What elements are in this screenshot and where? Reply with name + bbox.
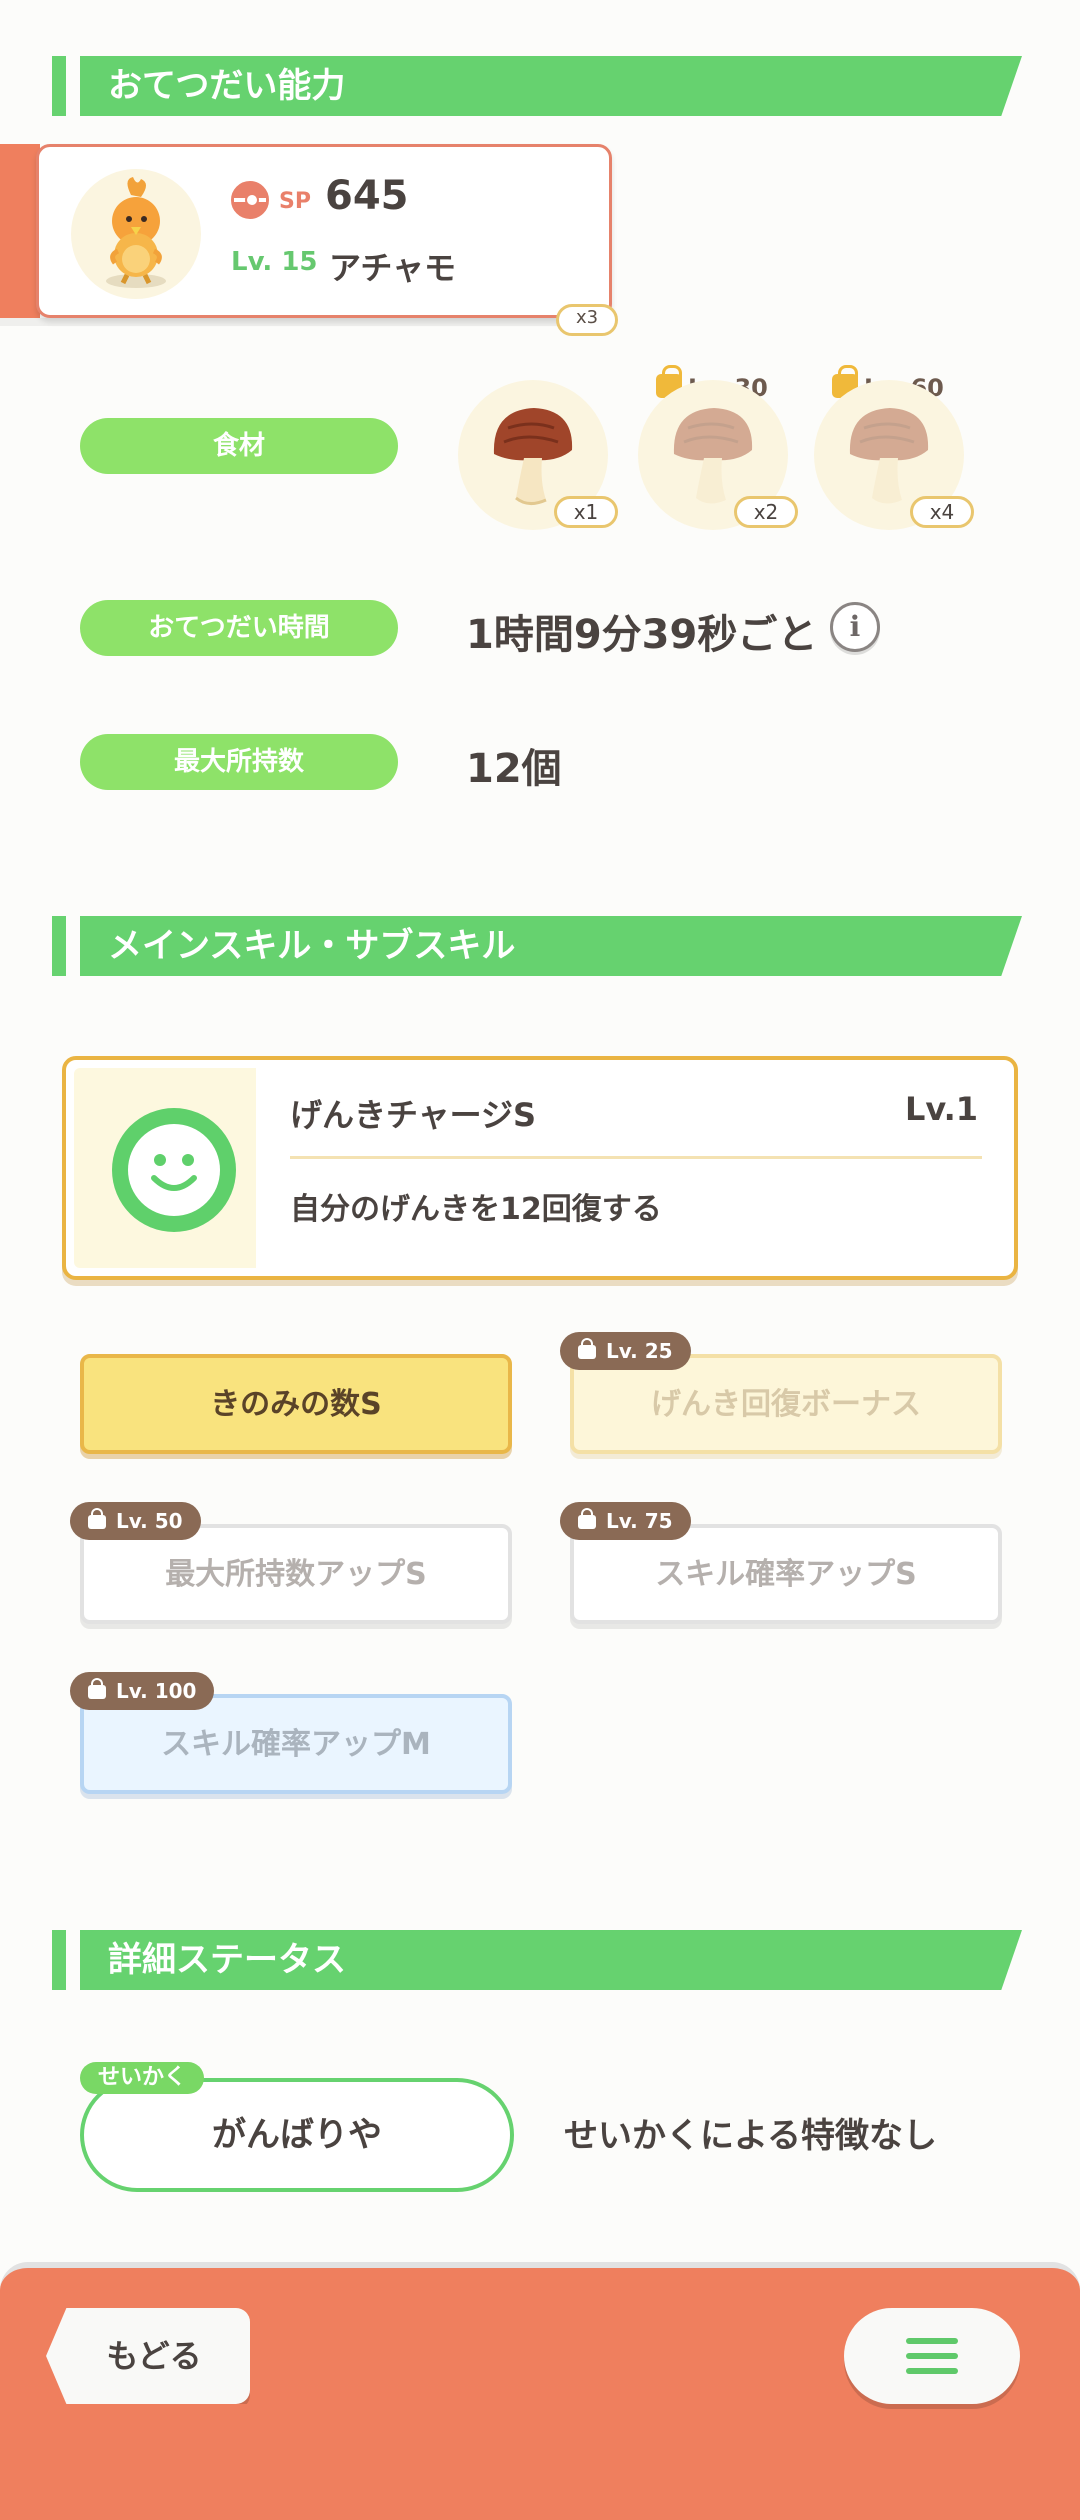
pokemon-card[interactable]: SP 645 Lv. 15 アチャモ xyxy=(36,144,612,318)
pokeball-icon xyxy=(231,181,269,219)
sp-label: SP xyxy=(279,189,311,214)
ingredient-1[interactable]: x1 xyxy=(458,380,618,530)
section-tick xyxy=(52,1930,66,1990)
ingredient-count: x4 xyxy=(910,496,974,528)
peek-count-badge: x3 xyxy=(556,304,618,336)
pokemon-avatar xyxy=(71,169,201,299)
hamburger-icon xyxy=(906,2353,958,2359)
ingredient-2[interactable]: x2 xyxy=(638,380,798,530)
ingredients-label: 食材 xyxy=(80,418,398,474)
lock-icon xyxy=(88,1508,106,1529)
sub-skill-1[interactable]: きのみの数S xyxy=(80,1354,512,1454)
lock-icon xyxy=(88,1678,106,1699)
lock-icon xyxy=(578,1508,596,1529)
hamburger-icon xyxy=(906,2368,958,2374)
sp-value: 645 xyxy=(325,173,409,219)
unlock-tag-lv25: Lv. 25 xyxy=(560,1332,691,1370)
section-title: おてつだい能力 xyxy=(108,66,346,106)
main-skill-card[interactable]: げんきチャージS Lv.1 自分のげんきを12回復する xyxy=(62,1056,1018,1280)
mushroom-icon xyxy=(849,408,929,504)
section-header-details: 詳細ステータス xyxy=(52,1930,1022,1990)
max-carry-label: 最大所持数 xyxy=(80,734,398,790)
unlock-tag-lv100: Lv. 100 xyxy=(70,1672,215,1710)
section-header-skills: メインスキル・サブスキル xyxy=(52,916,1022,976)
hamburger-icon xyxy=(906,2338,958,2344)
info-icon[interactable]: i xyxy=(830,602,880,652)
menu-button[interactable] xyxy=(844,2308,1020,2404)
back-button[interactable]: もどる xyxy=(46,2308,250,2404)
section-title: 詳細ステータス xyxy=(108,1940,346,1980)
divider xyxy=(290,1156,982,1159)
help-time-value: 1時間9分39秒ごと xyxy=(466,612,818,658)
smile-icon xyxy=(112,1108,236,1232)
max-carry-value: 12個 xyxy=(466,746,562,792)
help-time-label: おてつだい時間 xyxy=(80,600,398,656)
ingredient-count: x2 xyxy=(734,496,798,528)
unlock-tag-lv75: Lv. 75 xyxy=(560,1502,691,1540)
skill-icon-area xyxy=(74,1068,256,1268)
section-tick xyxy=(52,56,66,116)
ingredient-3[interactable]: x4 xyxy=(814,380,974,530)
mushroom-icon xyxy=(673,408,753,504)
main-skill-description: 自分のげんきを12回復する xyxy=(290,1192,662,1227)
section-title: メインスキル・サブスキル xyxy=(108,926,516,966)
main-skill-level: Lv.1 xyxy=(904,1090,978,1128)
pokemon-name: アチャモ xyxy=(329,249,457,287)
nature-tag: せいかく xyxy=(80,2062,205,2094)
main-skill-name: げんきチャージS xyxy=(290,1096,537,1134)
card-accent xyxy=(0,144,40,318)
card-shadow xyxy=(0,318,612,326)
unlock-tag-lv50: Lv. 50 xyxy=(70,1502,201,1540)
pokemon-level: Lv. 15 xyxy=(231,247,318,277)
nature-value[interactable]: がんばりや xyxy=(80,2078,514,2192)
nature-effect: せいかくによる特徴なし xyxy=(564,2116,937,2156)
section-tick xyxy=(52,916,66,976)
section-header-help-ability: おてつだい能力 xyxy=(52,56,1022,116)
ingredient-count: x1 xyxy=(554,496,618,528)
lock-icon xyxy=(578,1338,596,1359)
mushroom-icon xyxy=(493,408,573,505)
torchic-icon xyxy=(106,177,166,288)
